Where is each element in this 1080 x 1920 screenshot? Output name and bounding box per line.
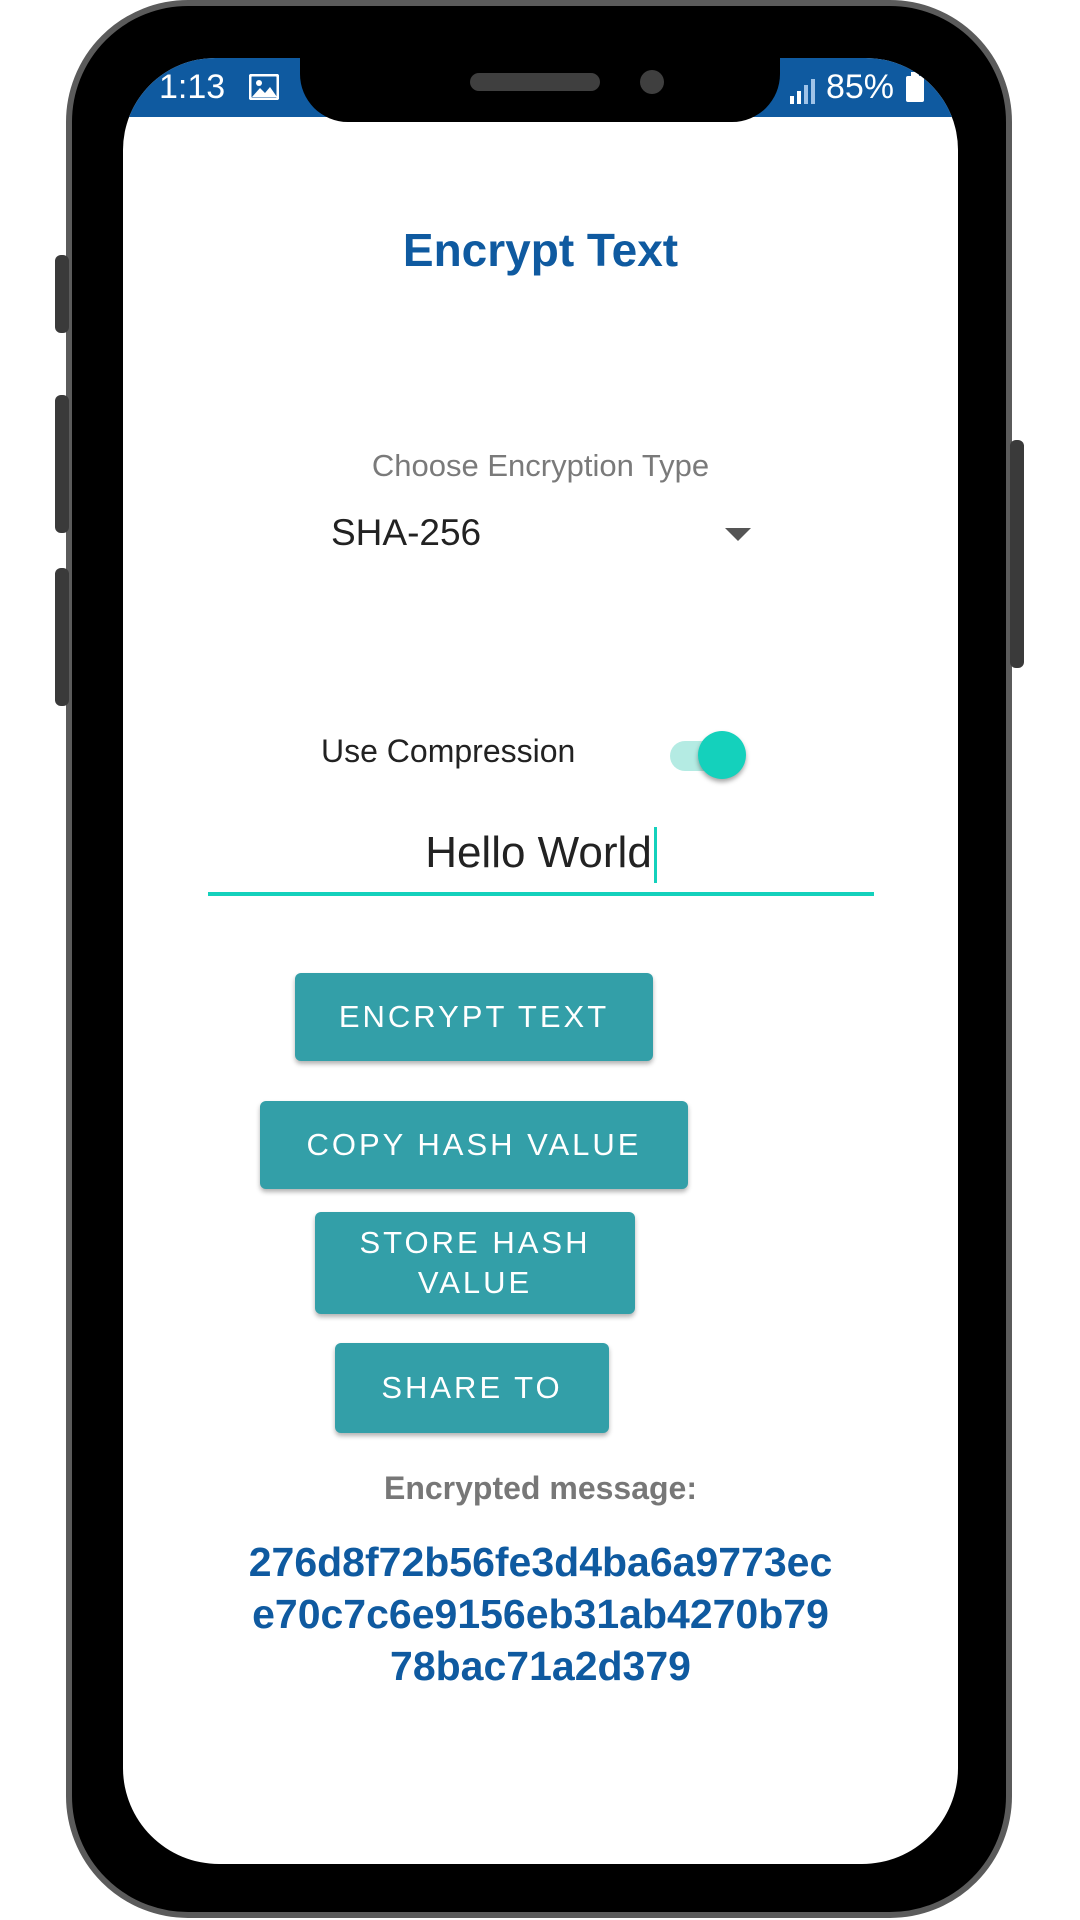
share-to-button[interactable]: SHARE TO bbox=[335, 1343, 609, 1433]
volume-up-button bbox=[55, 255, 69, 333]
store-hash-label-line1: STORE HASH bbox=[359, 1225, 591, 1260]
encryption-type-value: SHA-256 bbox=[331, 512, 482, 553]
share-to-label: SHARE TO bbox=[381, 1370, 563, 1405]
encrypted-message-label: Encrypted message: bbox=[383, 1470, 697, 1506]
hash-line-3: 78bac71a2d379 bbox=[390, 1643, 691, 1689]
encryption-type-label: Choose Encryption Type bbox=[371, 448, 710, 483]
text-input-value: Hello World bbox=[425, 828, 652, 877]
app-content: Encrypt Text Choose Encryption Type SHA-… bbox=[123, 58, 958, 1864]
volume-down-button bbox=[55, 395, 69, 533]
hash-line-2: e70c7c6e9156eb31ab4270b79 bbox=[252, 1591, 829, 1637]
text-cursor bbox=[653, 827, 657, 884]
page-title: Encrypt Text bbox=[402, 224, 679, 276]
power-button bbox=[1010, 440, 1024, 668]
compression-label: Use Compression bbox=[321, 733, 576, 769]
compression-toggle[interactable] bbox=[670, 724, 746, 784]
hash-line-1: 276d8f72b56fe3d4ba6a9773ec bbox=[248, 1539, 833, 1585]
text-input-field[interactable]: Hello World bbox=[208, 818, 874, 896]
store-hash-label-line2: VALUE bbox=[417, 1265, 533, 1300]
encrypt-text-button[interactable]: ENCRYPT TEXT bbox=[295, 973, 653, 1061]
encrypt-text-label: ENCRYPT TEXT bbox=[338, 999, 610, 1034]
encrypted-hash-output: 276d8f72b56fe3d4ba6a9773ec e70c7c6e9156e… bbox=[123, 1536, 958, 1692]
copy-hash-label: COPY HASH VALUE bbox=[306, 1127, 642, 1162]
store-hash-button[interactable]: STORE HASH VALUE bbox=[315, 1212, 635, 1314]
encryption-type-dropdown[interactable]: SHA-256 bbox=[331, 506, 751, 566]
dropdown-arrow-icon bbox=[725, 528, 751, 541]
bixby-button bbox=[55, 568, 69, 706]
toggle-thumb bbox=[698, 731, 746, 779]
copy-hash-button[interactable]: COPY HASH VALUE bbox=[260, 1101, 688, 1189]
